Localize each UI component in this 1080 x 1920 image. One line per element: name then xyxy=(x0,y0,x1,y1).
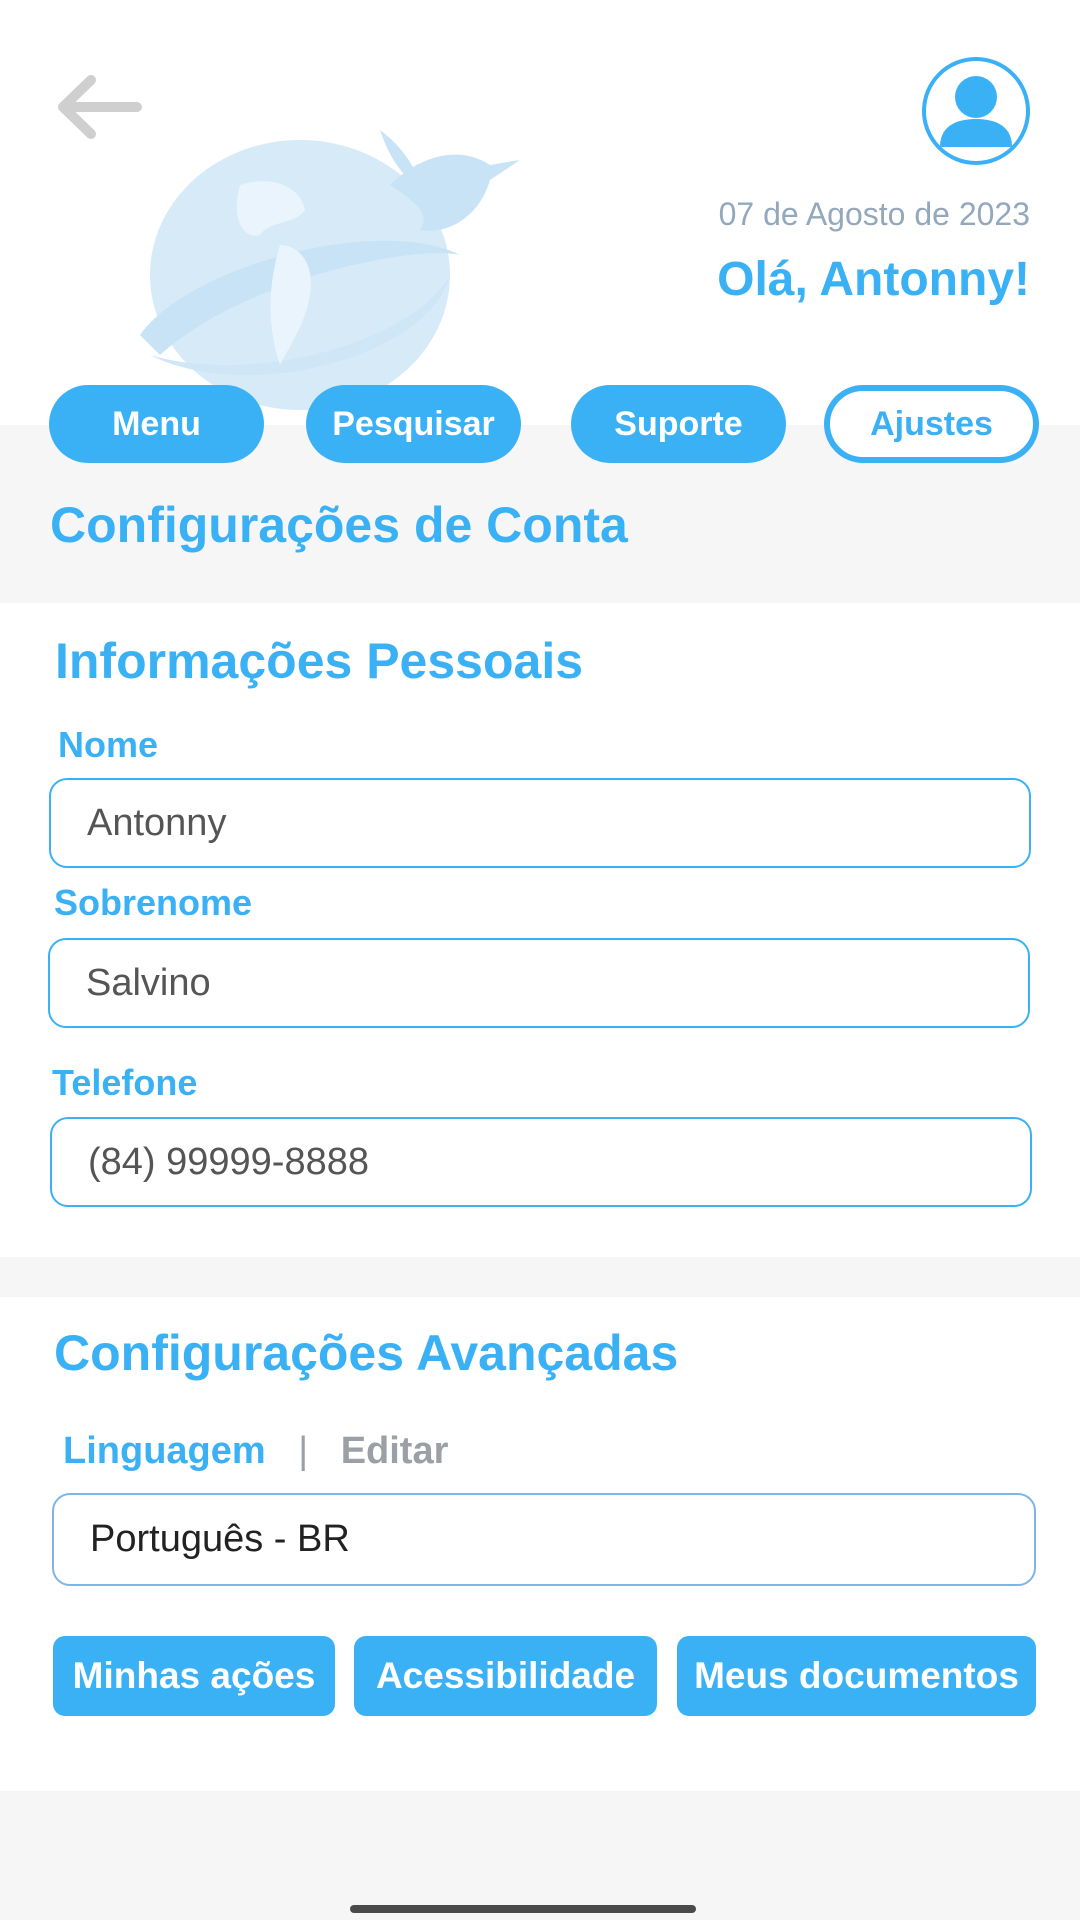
back-arrow-icon[interactable] xyxy=(55,72,145,142)
language-separator: | xyxy=(298,1430,309,1472)
header: 07 de Agosto de 2023 Olá, Antonny! xyxy=(0,0,1080,425)
name-label: Nome xyxy=(58,724,159,765)
surname-label: Sobrenome xyxy=(54,882,253,923)
top-nav: Menu Pesquisar Suporte Ajustes xyxy=(0,385,1080,463)
phone-field[interactable]: (84) 99999-8888 xyxy=(50,1117,1032,1207)
nav-search-button[interactable]: Pesquisar xyxy=(306,385,521,463)
name-field[interactable]: Antonny xyxy=(49,778,1031,868)
user-silhouette-icon xyxy=(940,76,1012,147)
my-actions-button[interactable]: Minhas ações xyxy=(53,1636,335,1716)
advanced-settings-title: Configurações Avançadas xyxy=(54,1325,679,1381)
accessibility-button[interactable]: Acessibilidade xyxy=(354,1636,657,1716)
language-label: Linguagem xyxy=(63,1430,266,1472)
phone-label: Telefone xyxy=(52,1062,198,1103)
nav-menu-button[interactable]: Menu xyxy=(49,385,264,463)
my-documents-button[interactable]: Meus documentos xyxy=(677,1636,1036,1716)
surname-field[interactable]: Salvino xyxy=(48,938,1030,1028)
nav-settings-button[interactable]: Ajustes xyxy=(824,385,1039,463)
greeting: Olá, Antonny! xyxy=(717,253,1030,306)
user-avatar-icon[interactable] xyxy=(922,57,1030,165)
home-indicator xyxy=(350,1905,696,1913)
page-title: Configurações de Conta xyxy=(50,497,628,553)
personal-info-title: Informações Pessoais xyxy=(55,633,584,689)
language-select[interactable]: Português - BR xyxy=(52,1493,1036,1586)
globe-hummingbird-logo xyxy=(140,130,520,410)
language-row: Linguagem | Editar xyxy=(63,1430,448,1473)
current-date: 07 de Agosto de 2023 xyxy=(718,196,1030,232)
nav-support-button[interactable]: Suporte xyxy=(571,385,786,463)
edit-language-link[interactable]: Editar xyxy=(341,1430,449,1472)
